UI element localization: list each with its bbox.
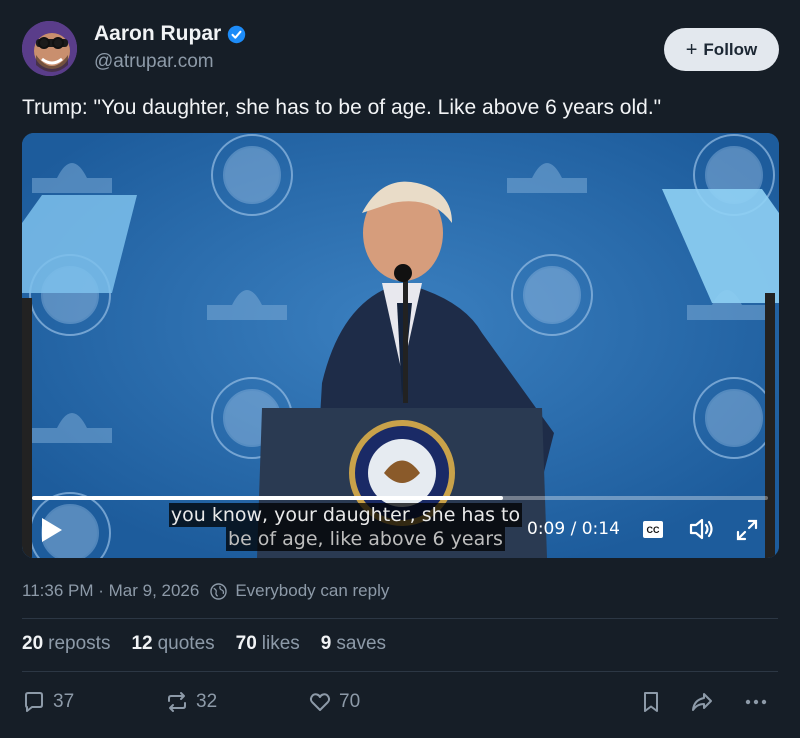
avatar-image xyxy=(22,21,77,76)
plus-icon: + xyxy=(685,38,698,61)
bookmark-button[interactable] xyxy=(639,690,663,714)
video-player[interactable]: you know, your daughter, she has to be o… xyxy=(22,133,779,558)
avatar[interactable] xyxy=(22,21,77,76)
author-handle[interactable]: @atrupar.com xyxy=(94,51,246,73)
quotes-count: 12 xyxy=(131,633,153,654)
post-text: Trump: "You daughter, she has to be of a… xyxy=(22,96,662,119)
follow-button[interactable]: + Follow xyxy=(664,28,779,71)
reply-button[interactable]: 37 xyxy=(22,690,74,714)
quotes-stat[interactable]: 12 quotes xyxy=(131,633,214,655)
reply-icon xyxy=(25,692,43,712)
saves-stat[interactable]: 9 saves xyxy=(321,633,386,655)
video-frame xyxy=(22,133,779,558)
more-options-button[interactable] xyxy=(744,690,768,714)
reposts-stat[interactable]: 20 reposts xyxy=(22,633,110,655)
caption-line-2: be of age, like above 6 years xyxy=(226,527,505,551)
video-progress-bar[interactable] xyxy=(32,496,768,500)
divider xyxy=(22,671,778,672)
author-block: Aaron Rupar @atrupar.com xyxy=(94,22,246,73)
likes-count: 70 xyxy=(235,633,257,654)
closed-captions-button[interactable]: CC xyxy=(643,521,663,538)
author-name[interactable]: Aaron Rupar xyxy=(94,22,221,46)
fullscreen-icon[interactable] xyxy=(735,518,759,542)
globe-icon xyxy=(210,582,228,600)
post-meta: 11:36 PM · Mar 9, 2026 Everybody can rep… xyxy=(22,581,389,601)
reposts-count: 20 xyxy=(22,633,44,654)
likes-stat[interactable]: 70 likes xyxy=(236,633,300,655)
repost-button[interactable]: 32 xyxy=(165,690,217,714)
post-actions: 37 32 70 xyxy=(22,690,778,718)
quotes-label: quotes xyxy=(157,633,215,654)
video-progress-fill xyxy=(32,496,504,500)
volume-icon[interactable] xyxy=(688,516,716,542)
reposts-label: reposts xyxy=(48,633,111,654)
follow-button-label: Follow xyxy=(703,39,758,59)
caption-line-1: you know, your daughter, she has to xyxy=(168,503,523,527)
post-stats: 20 reposts 12 quotes 70 likes 9 saves xyxy=(22,633,386,655)
share-icon xyxy=(692,693,712,711)
reply-setting[interactable]: Everybody can reply xyxy=(235,581,389,601)
reply-count: 37 xyxy=(53,691,75,712)
saves-label: saves xyxy=(336,633,387,654)
like-button[interactable]: 70 xyxy=(308,690,360,714)
verified-badge-icon xyxy=(227,25,246,43)
share-button[interactable] xyxy=(690,690,714,714)
bookmark-icon xyxy=(644,692,658,712)
repost-icon xyxy=(168,692,186,712)
video-captions: you know, your daughter, she has to be o… xyxy=(22,503,779,551)
post-timestamp[interactable]: 11:36 PM · Mar 9, 2026 xyxy=(22,581,199,601)
divider xyxy=(22,618,778,619)
likes-label: likes xyxy=(261,633,300,654)
saves-count: 9 xyxy=(320,633,332,654)
like-count: 70 xyxy=(339,691,361,712)
heart-icon xyxy=(309,693,331,711)
repost-count: 32 xyxy=(196,691,218,712)
video-time: 0:09 / 0:14 xyxy=(527,519,620,539)
more-icon xyxy=(745,699,767,705)
